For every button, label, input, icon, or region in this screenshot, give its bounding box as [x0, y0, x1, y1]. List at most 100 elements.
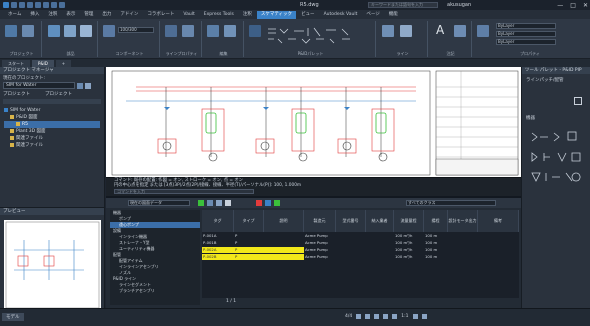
parts-icon[interactable]: [48, 25, 60, 37]
table-cell[interactable]: 100 m: [424, 254, 448, 260]
line-name-combo[interactable]: 100/300: [118, 27, 154, 33]
open-file-icon[interactable]: [19, 2, 25, 8]
table-cell[interactable]: Acme Pump: [304, 247, 336, 253]
filter-icon[interactable]: [265, 200, 271, 206]
table-row[interactable]: P-002A P Acme Pump 100 m³/h 100 m: [202, 247, 519, 253]
ribbon-tab[interactable]: Vault: [179, 11, 198, 19]
table-row[interactable]: P-001A P Acme Pump 100 m³/h 100 m: [202, 233, 519, 239]
table-row[interactable]: P-001B P Acme Pump 100 m³/h 100 m: [202, 240, 519, 246]
table-cell[interactable]: Acme Pump: [304, 254, 336, 260]
table-cell[interactable]: [336, 233, 366, 239]
table-cell[interactable]: P: [234, 247, 264, 253]
workspace-icon[interactable]: [412, 314, 418, 319]
table-cell[interactable]: P: [234, 240, 264, 246]
ribbon-tab[interactable]: Express Tools: [200, 11, 238, 19]
palette-tool-icon[interactable]: [574, 97, 582, 105]
plot-icon[interactable]: [43, 2, 49, 8]
class-filter-combo[interactable]: すべてのクラス: [406, 200, 496, 206]
grid-column-header[interactable]: 説明: [264, 210, 304, 232]
grid-column-header[interactable]: 流量量程: [394, 210, 424, 232]
ribbon-tab[interactable]: 出力: [98, 11, 115, 19]
pid-line-icon[interactable]: [249, 25, 261, 37]
app-menu-icon[interactable]: [3, 2, 9, 8]
check-icon[interactable]: [274, 200, 280, 206]
project-tree-item[interactable]: SIM for Water: [4, 107, 100, 114]
grid-column-header[interactable]: タグ: [202, 210, 234, 232]
ribbon-tab[interactable]: ホーム: [4, 11, 25, 19]
export-icon[interactable]: [198, 200, 204, 206]
table-cell[interactable]: [448, 254, 478, 260]
grid-column-header[interactable]: 設計モータ出力: [448, 210, 478, 232]
grid-icon[interactable]: [356, 314, 362, 319]
table-cell[interactable]: [448, 233, 478, 239]
model-tab[interactable]: モデル: [2, 313, 24, 321]
table-cell[interactable]: 100 m³/h: [394, 247, 424, 253]
ribbon-tab[interactable]: 注釈: [44, 11, 61, 19]
table-cell[interactable]: Acme Pump: [304, 233, 336, 239]
grid-column-header[interactable]: 納入業者: [366, 210, 394, 232]
project-combo[interactable]: SIM for Water: [3, 82, 75, 89]
save-as-icon[interactable]: [35, 2, 41, 8]
edit-icon[interactable]: [207, 25, 219, 37]
ribbon-tab[interactable]: 管理: [80, 11, 97, 19]
project-icon[interactable]: [5, 25, 17, 37]
data-tree-item[interactable]: ブランチアセンブリ: [110, 288, 200, 294]
table-cell[interactable]: P-001B: [202, 240, 234, 246]
table-cell[interactable]: [366, 254, 394, 260]
table-cell[interactable]: P: [234, 233, 264, 239]
table-cell[interactable]: P: [234, 254, 264, 260]
lineweight-combo[interactable]: ByLayer: [496, 39, 556, 45]
table-cell[interactable]: [478, 240, 519, 246]
dimension-icon[interactable]: [454, 25, 466, 37]
table-cell[interactable]: 100 m: [424, 247, 448, 253]
close-button[interactable]: ✕: [583, 2, 588, 9]
project-tree-item[interactable]: P&ID 図面: [4, 114, 100, 121]
user-name[interactable]: akusugan: [447, 2, 471, 8]
delete-icon[interactable]: [256, 200, 262, 206]
tab-start[interactable]: スタート: [2, 60, 30, 67]
ribbon-tab[interactable]: アドイン: [116, 11, 142, 19]
tab-pid[interactable]: P&ID: [32, 60, 54, 67]
move-icon[interactable]: [224, 25, 236, 37]
save-icon[interactable]: [27, 2, 33, 8]
command-input[interactable]: コマンドを入力: [114, 189, 254, 194]
layer-combo[interactable]: ByLayer: [496, 23, 556, 29]
maximize-button[interactable]: □: [570, 2, 576, 9]
validate-icon[interactable]: [382, 25, 394, 37]
table-cell[interactable]: [336, 254, 366, 260]
annotation-scale[interactable]: 1:1: [401, 314, 408, 319]
open-project-icon[interactable]: [77, 82, 83, 89]
table-row[interactable]: P-002B P Acme Pump 100 m³/h 100 m: [202, 254, 519, 260]
project-tree-item[interactable]: R5: [4, 121, 100, 128]
refresh-icon[interactable]: [225, 200, 231, 206]
ribbon-tab[interactable]: 注釈: [239, 11, 256, 19]
table-cell[interactable]: [478, 254, 519, 260]
table-cell[interactable]: 100 m: [424, 240, 448, 246]
table-cell[interactable]: 100 m: [424, 233, 448, 239]
table-cell[interactable]: [336, 240, 366, 246]
data-manager-icon[interactable]: [22, 25, 34, 37]
snap-icon[interactable]: [365, 314, 371, 319]
project-tree-item[interactable]: Plant 3D 図面: [4, 128, 100, 135]
customize-icon[interactable]: [421, 314, 427, 319]
grid-column-header[interactable]: 揚程: [424, 210, 448, 232]
zoom-icon[interactable]: [216, 200, 222, 206]
annotate-icon[interactable]: [80, 25, 92, 37]
table-cell[interactable]: 100 m³/h: [394, 233, 424, 239]
grid-column-header[interactable]: 製造元: [304, 210, 336, 232]
table-cell[interactable]: [366, 240, 394, 246]
text-icon[interactable]: A: [436, 23, 444, 37]
component-icon[interactable]: [103, 25, 115, 37]
pid-palette-glyphs-icon[interactable]: [264, 25, 364, 47]
project-tree-item[interactable]: 関連ファイル: [4, 135, 100, 142]
undo-icon[interactable]: [51, 2, 57, 8]
table-cell[interactable]: [448, 247, 478, 253]
line-icon[interactable]: [165, 25, 177, 37]
new-file-icon[interactable]: [11, 2, 17, 8]
table-cell[interactable]: [448, 240, 478, 246]
grid-column-header[interactable]: タイプ: [234, 210, 264, 232]
table-cell[interactable]: [366, 233, 394, 239]
table-cell[interactable]: Acme Pump: [304, 240, 336, 246]
table-cell[interactable]: P-002B: [202, 254, 234, 260]
drawing-canvas[interactable]: [106, 67, 521, 177]
